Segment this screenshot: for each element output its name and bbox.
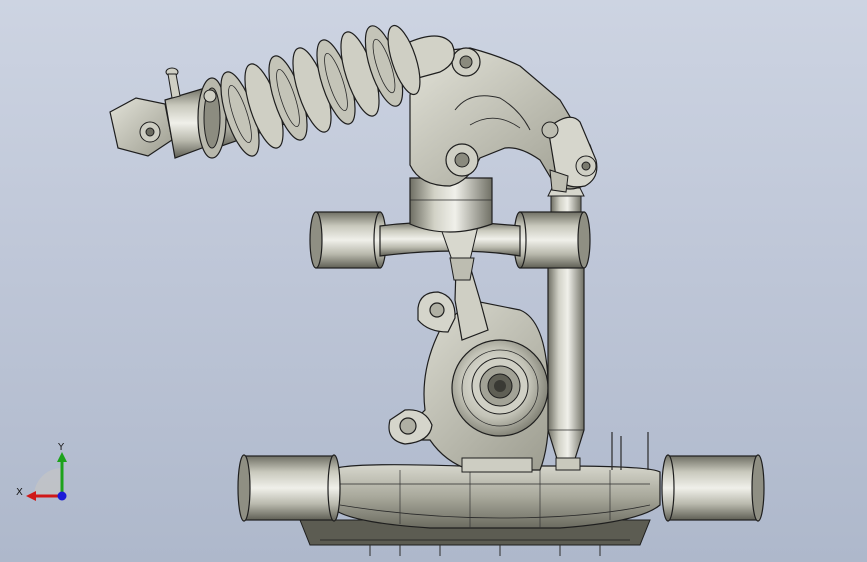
coil-spring[interactable]	[213, 22, 426, 160]
view-orientation-triad: X Y	[14, 440, 74, 510]
axis-triad-graphic	[26, 452, 67, 501]
suspension-assembly-model[interactable]	[0, 0, 867, 562]
wheel-hub[interactable]	[451, 339, 549, 437]
x-axis-label: X	[16, 487, 23, 498]
y-axis-label: Y	[58, 442, 65, 453]
3d-viewport[interactable]: X Y	[0, 0, 867, 562]
